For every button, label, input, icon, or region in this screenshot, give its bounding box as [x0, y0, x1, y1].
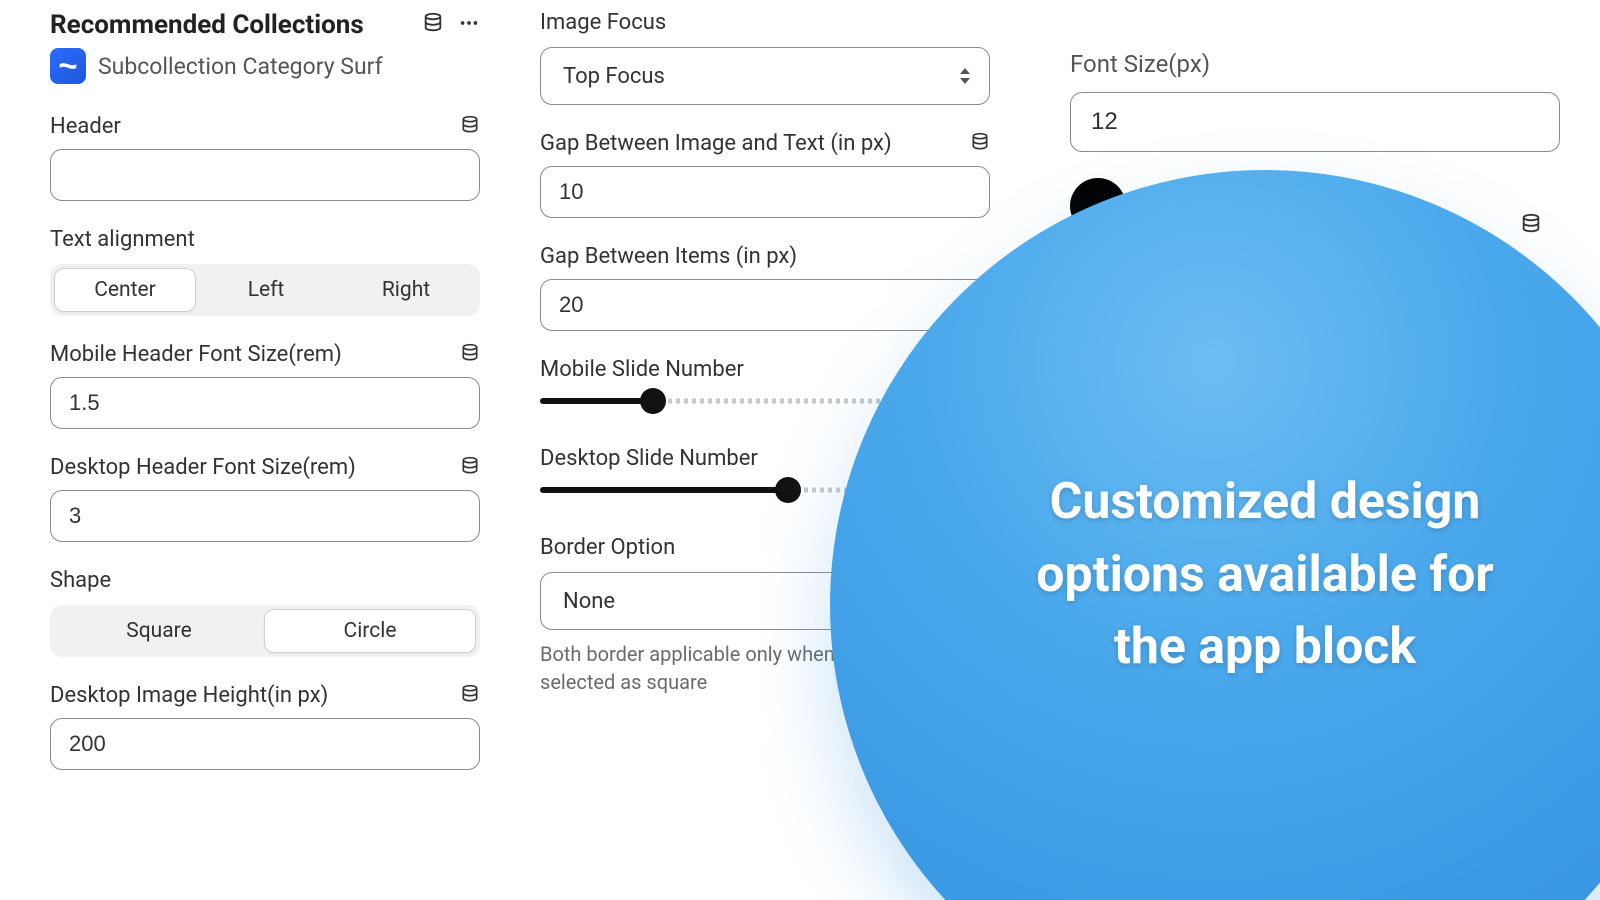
shape-circle[interactable]: Circle: [264, 609, 476, 653]
font-size-input[interactable]: [1070, 92, 1560, 152]
shape-square[interactable]: Square: [54, 609, 264, 653]
desktop-image-height-input[interactable]: [50, 718, 480, 770]
image-focus-label: Image Focus: [540, 10, 990, 35]
mobile-header-font-label: Mobile Header Font Size(rem): [50, 342, 342, 367]
text-alignment-label: Text alignment: [50, 227, 480, 252]
database-icon[interactable]: [460, 456, 480, 480]
text-align-left[interactable]: Left: [196, 268, 336, 312]
database-icon[interactable]: [460, 684, 480, 708]
desktop-header-font-label: Desktop Header Font Size(rem): [50, 455, 356, 480]
gap-image-text-label: Gap Between Image and Text (in px): [540, 131, 892, 156]
desktop-image-height-label: Desktop Image Height(in px): [50, 683, 328, 708]
gap-image-text-input[interactable]: [540, 166, 990, 218]
slider-thumb[interactable]: [640, 388, 666, 414]
database-icon[interactable]: [460, 115, 480, 139]
gap-items-input[interactable]: [540, 279, 990, 331]
image-focus-select[interactable]: Top Focus: [540, 47, 990, 105]
text-align-right[interactable]: Right: [336, 268, 476, 312]
text-align-center[interactable]: Center: [54, 268, 196, 312]
desktop-header-font-input[interactable]: [50, 490, 480, 542]
slider-thumb[interactable]: [775, 477, 801, 503]
shape-label: Shape: [50, 568, 480, 593]
database-icon[interactable]: [422, 12, 444, 38]
header-input[interactable]: [50, 149, 480, 201]
shape-segmented: Square Circle: [50, 605, 480, 657]
gap-items-label: Gap Between Items (in px): [540, 244, 797, 269]
app-name: Subcollection Category Surf: [98, 53, 383, 80]
header-label: Header: [50, 114, 121, 139]
image-focus-value: Top Focus: [563, 64, 665, 89]
font-size-label: Font Size(px): [1070, 50, 1560, 78]
database-icon[interactable]: [460, 343, 480, 367]
text-alignment-segmented: Center Left Right: [50, 264, 480, 316]
database-icon[interactable]: [1520, 213, 1542, 239]
mobile-header-font-input[interactable]: [50, 377, 480, 429]
app-logo-icon: [50, 48, 86, 84]
database-icon[interactable]: [970, 132, 990, 156]
promo-overlay-text: Customized design options available for …: [916, 466, 1600, 684]
section-title: Recommended Collections: [50, 10, 364, 40]
select-caret-icon: [959, 68, 971, 84]
more-icon[interactable]: [458, 12, 480, 38]
border-option-value: None: [563, 589, 615, 614]
